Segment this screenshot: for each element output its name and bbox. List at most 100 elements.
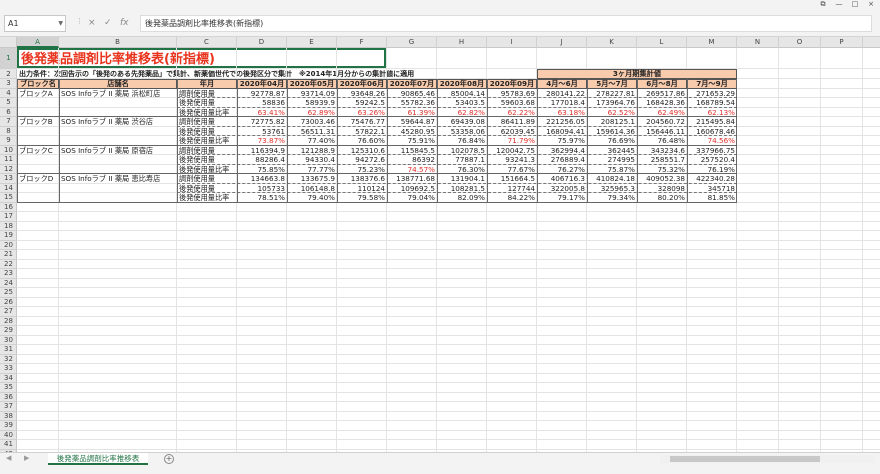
column-header-g[interactable]: G [387, 37, 437, 48]
column-header-h[interactable]: H [437, 37, 487, 48]
name-box[interactable]: A1 ▼ [4, 15, 66, 32]
row-header-15[interactable]: 15 [0, 193, 17, 203]
store-name[interactable]: SOS Infoラブ II 薬局 渋谷店 [59, 117, 177, 127]
cancel-icon[interactable]: × [88, 16, 96, 30]
row-header-4[interactable]: 4 [0, 89, 17, 98]
column-header-o[interactable]: O [779, 37, 821, 48]
row-header-21[interactable]: 21 [0, 250, 17, 260]
row-header-20[interactable]: 20 [0, 241, 17, 250]
row-header-37[interactable]: 37 [0, 402, 17, 412]
tab-prev-icon[interactable]: ◀ [6, 454, 11, 462]
restore-ribbon-icon[interactable]: ⧉ [816, 0, 830, 9]
row-header-5[interactable]: 5 [0, 98, 17, 108]
column-header-a[interactable]: A [17, 37, 59, 48]
row-header-8[interactable]: 8 [0, 127, 17, 136]
row-header-25[interactable]: 25 [0, 288, 17, 298]
row-header-38[interactable]: 38 [0, 412, 17, 421]
column-header-d[interactable]: D [237, 37, 287, 48]
column-header-e[interactable]: E [287, 37, 337, 48]
row-header-39[interactable]: 39 [0, 421, 17, 431]
minimize-icon[interactable]: — [832, 0, 846, 9]
row-header-6[interactable]: 6 [0, 108, 17, 117]
row-header-41[interactable]: 41 [0, 440, 17, 450]
row-header-33[interactable]: 33 [0, 364, 17, 374]
insert-function-icon[interactable]: fx [120, 16, 129, 30]
row-header-1[interactable]: 1 [0, 48, 17, 69]
column-header-b[interactable]: B [59, 37, 177, 48]
header-cell[interactable]: 2020年06月 [337, 79, 387, 89]
row-header-35[interactable]: 35 [0, 383, 17, 393]
sheet-title[interactable]: 後発薬品調剤比率推移表(新指標) [17, 48, 386, 68]
row-header-12[interactable]: 12 [0, 165, 17, 174]
row-header-36[interactable]: 36 [0, 393, 17, 402]
scrollbar-thumb[interactable] [670, 456, 820, 462]
gridline-col [820, 48, 821, 452]
horizontal-scrollbar[interactable] [660, 455, 875, 463]
column-header-k[interactable]: K [587, 37, 637, 48]
sheet-tab-active[interactable]: 後発薬品調剤比率推移表 [48, 453, 148, 465]
formula-input[interactable]: 後発薬品調剤比率推移表(新指標) [140, 15, 872, 32]
tab-next-icon[interactable]: ▶ [24, 454, 29, 462]
chevron-down-icon[interactable]: ▼ [58, 16, 63, 31]
column-header-m[interactable]: M [687, 37, 737, 48]
row-header-7[interactable]: 7 [0, 117, 17, 127]
header-cell[interactable]: 7月～9月 [687, 79, 737, 89]
row-header-26[interactable]: 26 [0, 298, 17, 307]
block-name[interactable]: ブロックB [17, 117, 59, 127]
row-header-31[interactable]: 31 [0, 345, 17, 355]
row-header-30[interactable]: 30 [0, 336, 17, 345]
column-header-f[interactable]: F [337, 37, 387, 48]
row-header-10[interactable]: 10 [0, 146, 17, 155]
column-header-c[interactable]: C [177, 37, 237, 48]
header-cell[interactable]: 5月～7月 [587, 79, 637, 89]
store-name[interactable]: SOS Infoラブ II 薬局 原宿店 [59, 146, 177, 156]
row-header-17[interactable]: 17 [0, 212, 17, 222]
row-header-19[interactable]: 19 [0, 231, 17, 241]
header-cell[interactable]: 2020年04月 [237, 79, 287, 89]
row-header-27[interactable]: 27 [0, 307, 17, 317]
row-header-9[interactable]: 9 [0, 136, 17, 146]
enter-icon[interactable]: ✓ [104, 16, 112, 30]
row-header-11[interactable]: 11 [0, 155, 17, 165]
store-name[interactable]: SOS Infoラブ II 薬局 恵比寿店 [59, 174, 177, 184]
maximize-icon[interactable]: □ [848, 0, 862, 9]
cells-area[interactable]: 後発薬品調剤比率推移表(新指標) 出力条件：次回告示の「後発のある先発薬品」で集… [17, 48, 880, 452]
block-name[interactable]: ブロックD [17, 174, 59, 184]
column-header-i[interactable]: I [487, 37, 537, 48]
column-header-q[interactable]: Q [863, 37, 880, 48]
three-month-header[interactable]: 3ヶ月期集計値 [537, 68, 737, 79]
header-cell[interactable]: 2020年08月 [437, 79, 487, 89]
header-cell[interactable]: 2020年07月 [387, 79, 437, 89]
row-header-16[interactable]: 16 [0, 203, 17, 212]
header-cell[interactable]: 2020年05月 [287, 79, 337, 89]
row-header-14[interactable]: 14 [0, 184, 17, 193]
column-header-n[interactable]: N [737, 37, 779, 48]
row-header-28[interactable]: 28 [0, 317, 17, 326]
header-cell[interactable]: 年月 [177, 79, 237, 89]
row-header-22[interactable]: 22 [0, 260, 17, 269]
header-cell[interactable]: 4月～6月 [537, 79, 587, 89]
column-header-p[interactable]: P [821, 37, 863, 48]
row-header-32[interactable]: 32 [0, 355, 17, 364]
header-cell[interactable]: 6月～8月 [637, 79, 687, 89]
column-header-j[interactable]: J [537, 37, 587, 48]
header-cell[interactable]: 店舗名 [59, 79, 177, 89]
store-name[interactable]: SOS Infoラブ II 薬局 浜松町店 [59, 89, 177, 99]
add-sheet-button[interactable]: + [164, 454, 174, 464]
row-header-2[interactable]: 2 [0, 69, 17, 79]
row-header-3[interactable]: 3 [0, 79, 17, 89]
row-header-23[interactable]: 23 [0, 269, 17, 279]
block-name[interactable]: ブロックA [17, 89, 59, 99]
row-header-29[interactable]: 29 [0, 326, 17, 336]
column-header-l[interactable]: L [637, 37, 687, 48]
header-cell[interactable]: 2020年09月 [487, 79, 537, 89]
row-header-34[interactable]: 34 [0, 374, 17, 383]
row-header-24[interactable]: 24 [0, 279, 17, 288]
row-header-40[interactable]: 40 [0, 431, 17, 440]
row-header-18[interactable]: 18 [0, 222, 17, 231]
header-cell[interactable]: ブロック名 [17, 79, 59, 89]
select-all-corner[interactable] [0, 37, 17, 48]
block-name[interactable]: ブロックC [17, 146, 59, 156]
close-icon[interactable]: × [864, 0, 878, 9]
row-header-13[interactable]: 13 [0, 174, 17, 184]
